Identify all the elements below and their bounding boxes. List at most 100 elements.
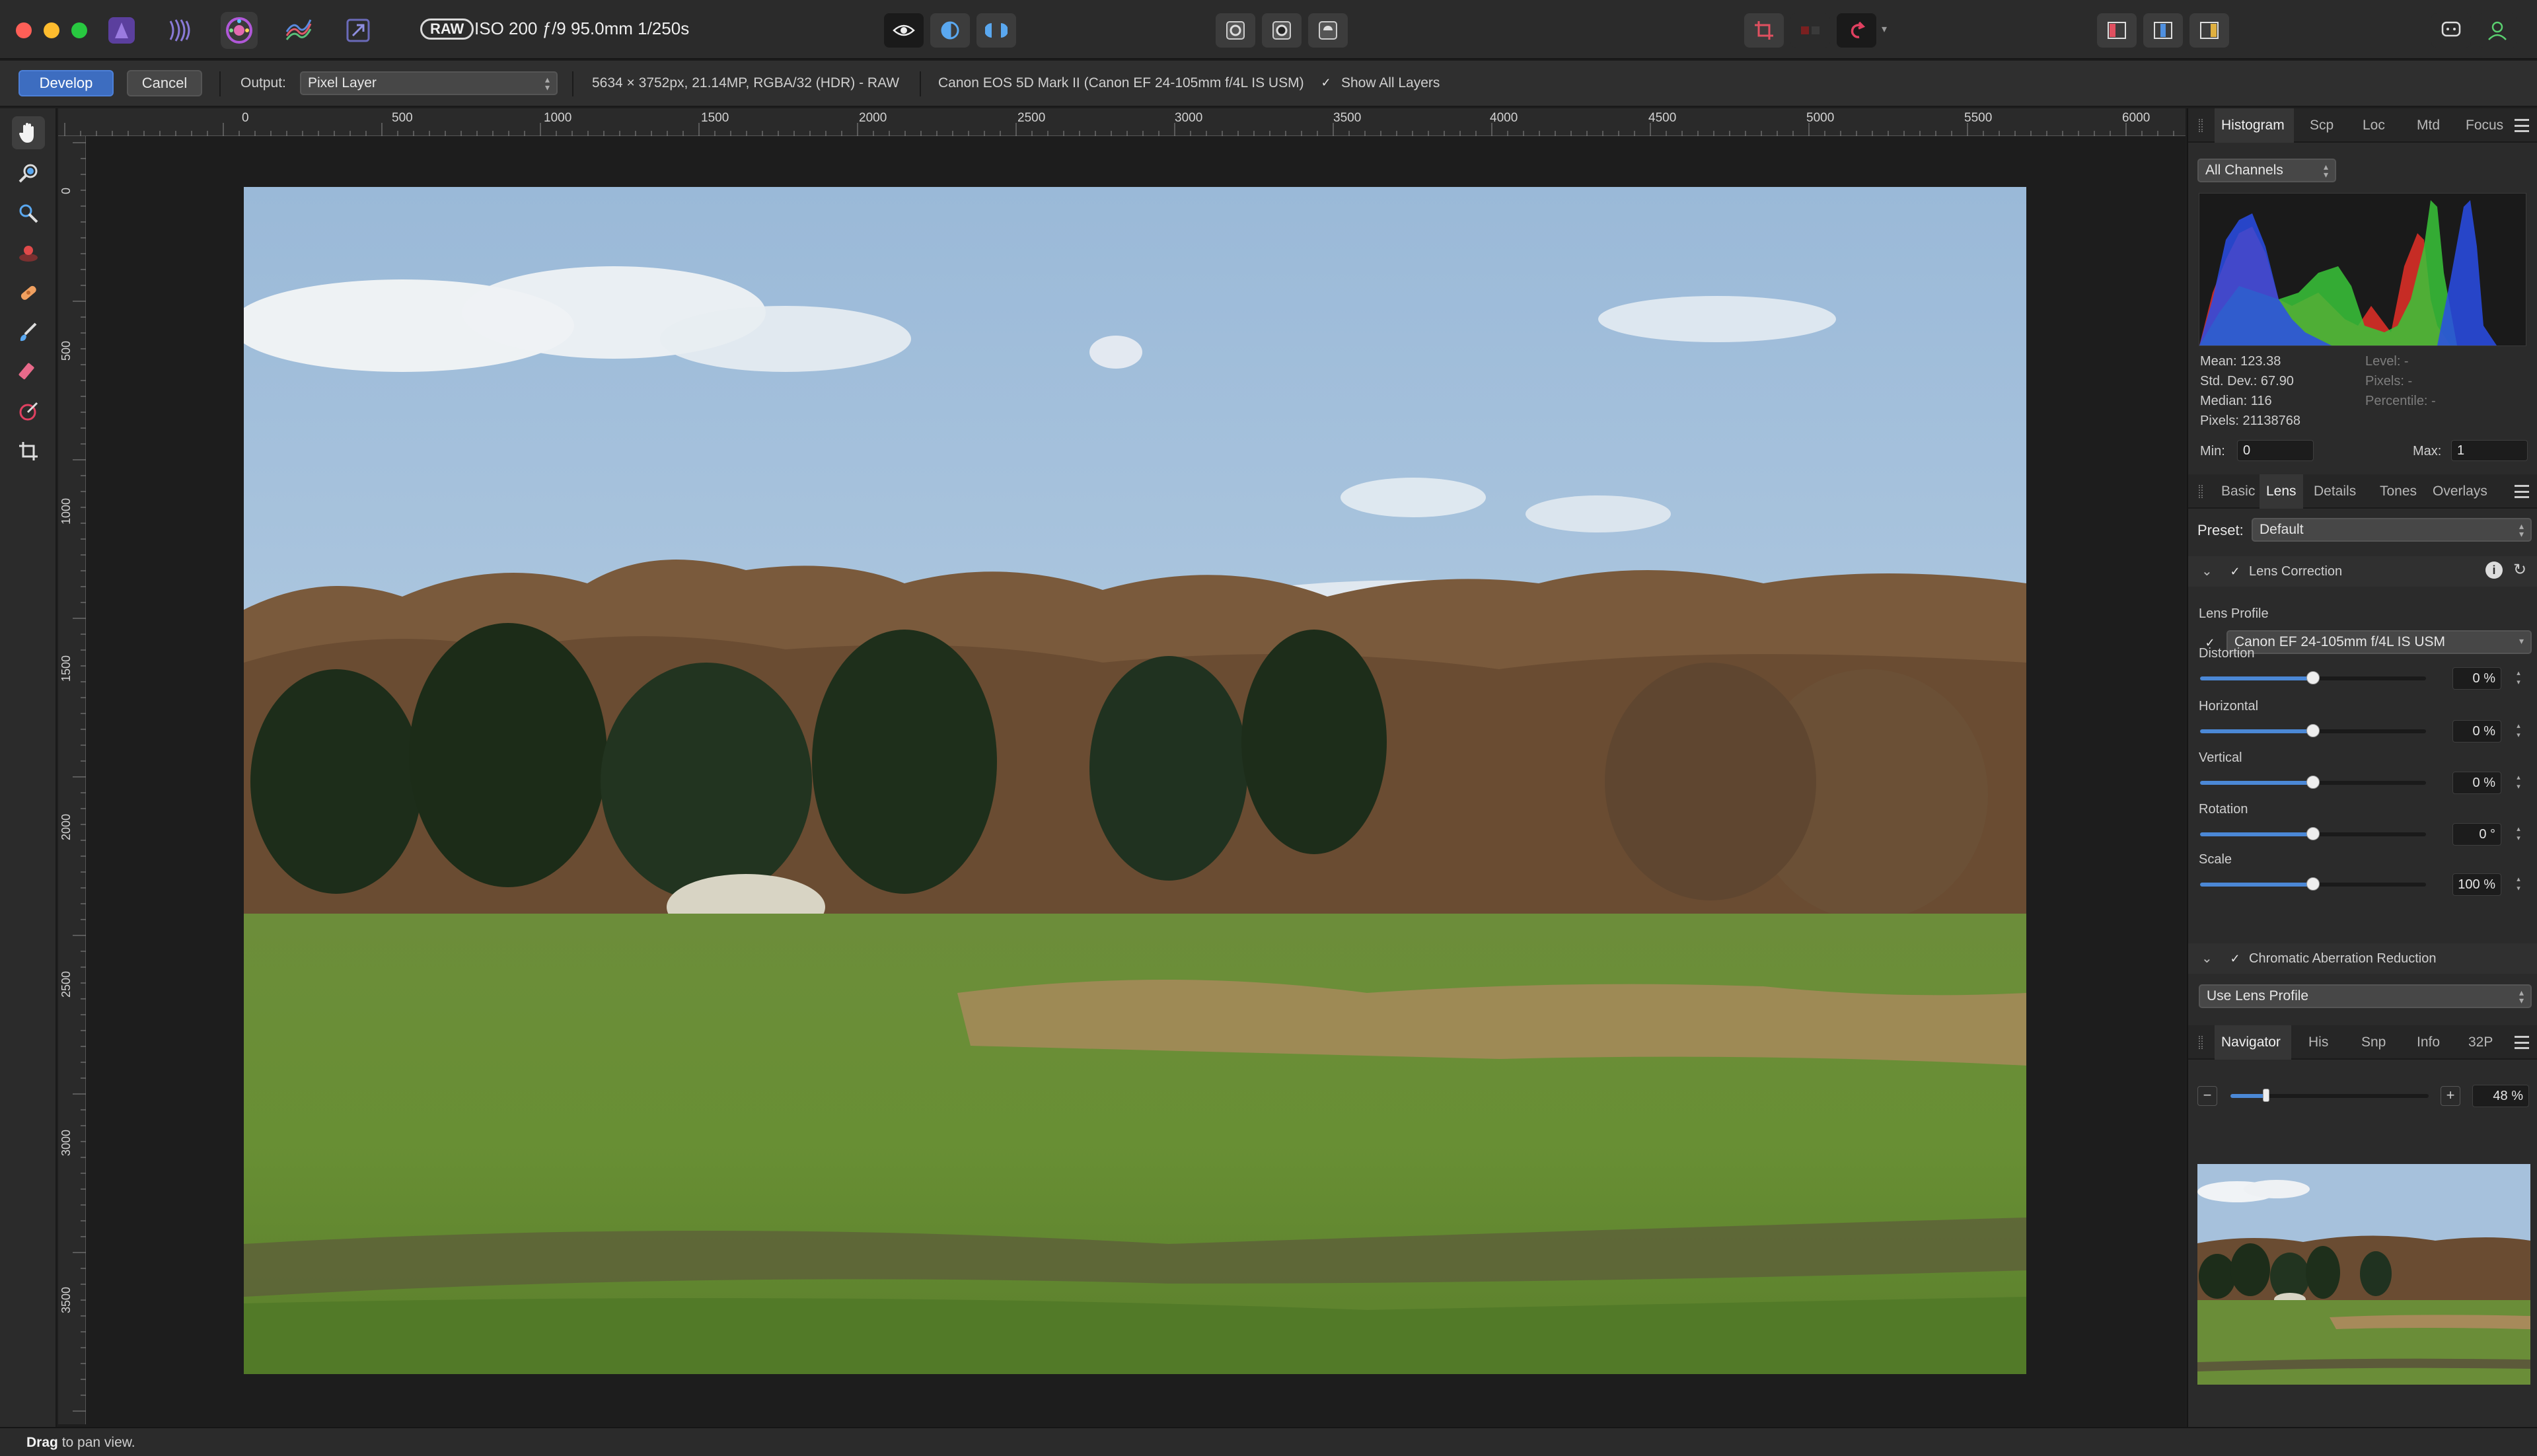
tab-metadata[interactable]: Mtd: [2417, 118, 2440, 133]
view-tool[interactable]: [12, 116, 45, 149]
stepper-arrows-icon[interactable]: ▴ ▾: [2513, 773, 2524, 795]
tab-info[interactable]: Info: [2417, 1035, 2440, 1050]
slider-track[interactable]: [2200, 724, 2426, 737]
document-canvas[interactable]: [87, 137, 2185, 1426]
tab-snapshots[interactable]: Snp: [2361, 1035, 2386, 1050]
slider-track[interactable]: [2200, 671, 2426, 684]
tab-overlays[interactable]: Overlays: [2433, 484, 2487, 499]
slider-knob[interactable]: [2306, 827, 2320, 840]
develop-persona-button[interactable]: [221, 12, 258, 49]
split-view-button[interactable]: [930, 13, 970, 48]
stepper-arrows-icon[interactable]: ▴ ▾: [2513, 875, 2524, 897]
tab-tones[interactable]: Tones: [2380, 484, 2417, 499]
show-clipped-tones-button[interactable]: [1308, 13, 1348, 48]
preset-select[interactable]: Default ▴ ▾: [2252, 518, 2532, 542]
red-eye-removal-tool[interactable]: [12, 237, 45, 270]
cancel-button[interactable]: Cancel: [127, 70, 202, 96]
view-mode-button[interactable]: [884, 13, 924, 48]
overlay-paint-tool[interactable]: [12, 197, 45, 230]
overlay-brush-tool[interactable]: [12, 316, 45, 349]
tab-history[interactable]: His: [2308, 1035, 2328, 1050]
tab-details[interactable]: Details: [2314, 484, 2356, 499]
photo-persona-button[interactable]: [103, 12, 140, 49]
tab-navigator[interactable]: Navigator: [2221, 1035, 2281, 1050]
zoom-out-button[interactable]: −: [2197, 1086, 2217, 1106]
slider-value[interactable]: 0 °: [2452, 823, 2501, 846]
minimize-window-button[interactable]: [44, 22, 59, 38]
raw-photo[interactable]: [244, 187, 2026, 1374]
panel-menu-icon[interactable]: [2515, 485, 2529, 498]
stepper-arrows-icon[interactable]: ▴ ▾: [2513, 824, 2524, 847]
show-clipped-highlights-button[interactable]: [1216, 13, 1255, 48]
lens-correction-header[interactable]: ⌄ ✓ Lens Correction i ↻: [2188, 556, 2537, 587]
chromatic-aberration-header[interactable]: ⌄ ✓ Chromatic Aberration Reduction: [2188, 943, 2537, 974]
zoom-in-button[interactable]: +: [2441, 1086, 2460, 1106]
blemish-removal-tool[interactable]: [12, 276, 45, 309]
help-chat-button[interactable]: [2431, 13, 2471, 48]
tab-histogram[interactable]: Histogram: [2221, 118, 2285, 133]
slider-knob[interactable]: [2306, 776, 2320, 789]
tone-mapping-persona-button[interactable]: [280, 12, 317, 49]
stepper-arrows-icon[interactable]: ▴ ▾: [2513, 721, 2524, 744]
slider-track[interactable]: [2200, 877, 2426, 891]
overlay-gradient-tool[interactable]: [12, 395, 45, 428]
account-button[interactable]: [2478, 13, 2517, 48]
channel-select[interactable]: All Channels ▴ ▾: [2197, 159, 2336, 182]
toggle-center-panel-button[interactable]: [2143, 13, 2183, 48]
assistant-dropdown-icon[interactable]: ▾: [1882, 22, 1887, 36]
zoom-window-button[interactable]: [71, 22, 87, 38]
panel-menu-icon[interactable]: [2515, 1036, 2529, 1049]
lens-profile-select[interactable]: Canon EF 24-105mm f/4L IS USM ▾: [2226, 630, 2532, 654]
slider-knob[interactable]: [2306, 877, 2320, 891]
slider-value[interactable]: 0 %: [2452, 720, 2501, 743]
info-icon[interactable]: i: [2485, 562, 2503, 579]
slider-knob[interactable]: [2306, 671, 2320, 684]
slider-value[interactable]: 0 %: [2452, 667, 2501, 690]
red-eye-tool-button[interactable]: [1790, 13, 1830, 48]
white-balance-tool[interactable]: [12, 157, 45, 190]
tab-32-bit-preview[interactable]: 32P: [2468, 1035, 2493, 1050]
mirror-view-button[interactable]: [976, 13, 1016, 48]
panel-grip-icon[interactable]: [2199, 119, 2203, 132]
show-clipped-shadows-button[interactable]: [1262, 13, 1302, 48]
tab-location[interactable]: Loc: [2363, 118, 2385, 133]
chromatic-aberration-select[interactable]: Use Lens Profile ▴ ▾: [2199, 984, 2532, 1008]
panel-grip-icon[interactable]: [2199, 1036, 2203, 1049]
export-persona-button[interactable]: [340, 12, 377, 49]
zoom-value[interactable]: 48 %: [2472, 1085, 2529, 1107]
crop-tool-button[interactable]: [1744, 13, 1784, 48]
crop-tool[interactable]: [12, 435, 45, 468]
slider-track[interactable]: [2200, 827, 2426, 840]
reset-icon[interactable]: ↻: [2513, 560, 2526, 579]
stepper-arrows-icon[interactable]: ▴ ▾: [2513, 669, 2524, 691]
close-window-button[interactable]: [16, 22, 32, 38]
chromatic-aberration-checkbox[interactable]: ✓: [2228, 951, 2242, 966]
navigator-preview[interactable]: [2197, 1164, 2530, 1385]
show-all-layers-checkbox[interactable]: ✓: [1319, 75, 1333, 90]
tab-lens[interactable]: Lens: [2266, 484, 2297, 499]
min-input[interactable]: 0: [2237, 440, 2314, 461]
overlay-erase-tool[interactable]: [12, 355, 45, 388]
develop-button[interactable]: Develop: [18, 70, 114, 96]
tab-basic[interactable]: Basic: [2221, 484, 2255, 499]
slider-track[interactable]: [2200, 776, 2426, 789]
slider-value[interactable]: 100 %: [2452, 873, 2501, 896]
lens-correction-checkbox[interactable]: ✓: [2228, 564, 2242, 579]
slider-knob[interactable]: [2306, 724, 2320, 737]
panel-menu-icon[interactable]: [2515, 119, 2529, 132]
assistant-button[interactable]: [1837, 13, 1876, 48]
chevron-down-icon[interactable]: ⌄: [2201, 563, 2213, 579]
tab-focus[interactable]: Focus: [2466, 118, 2503, 133]
slider-value[interactable]: 0 %: [2452, 772, 2501, 794]
panel-grip-icon[interactable]: [2199, 485, 2203, 498]
output-select[interactable]: Pixel Layer ▴ ▾: [300, 71, 558, 95]
zoom-slider-knob[interactable]: [2263, 1089, 2269, 1102]
liquify-persona-button[interactable]: [163, 12, 200, 49]
chevron-down-icon[interactable]: ⌄: [2201, 950, 2213, 966]
toggle-right-panel-button[interactable]: [2189, 13, 2229, 48]
max-input[interactable]: 1: [2451, 440, 2528, 461]
toggle-left-panel-button[interactable]: [2097, 13, 2137, 48]
zoom-slider[interactable]: [2230, 1089, 2429, 1102]
tab-scope[interactable]: Scp: [2310, 118, 2334, 133]
context-toolbar: Develop Cancel Output: Pixel Layer ▴ ▾ 56…: [0, 61, 2537, 107]
